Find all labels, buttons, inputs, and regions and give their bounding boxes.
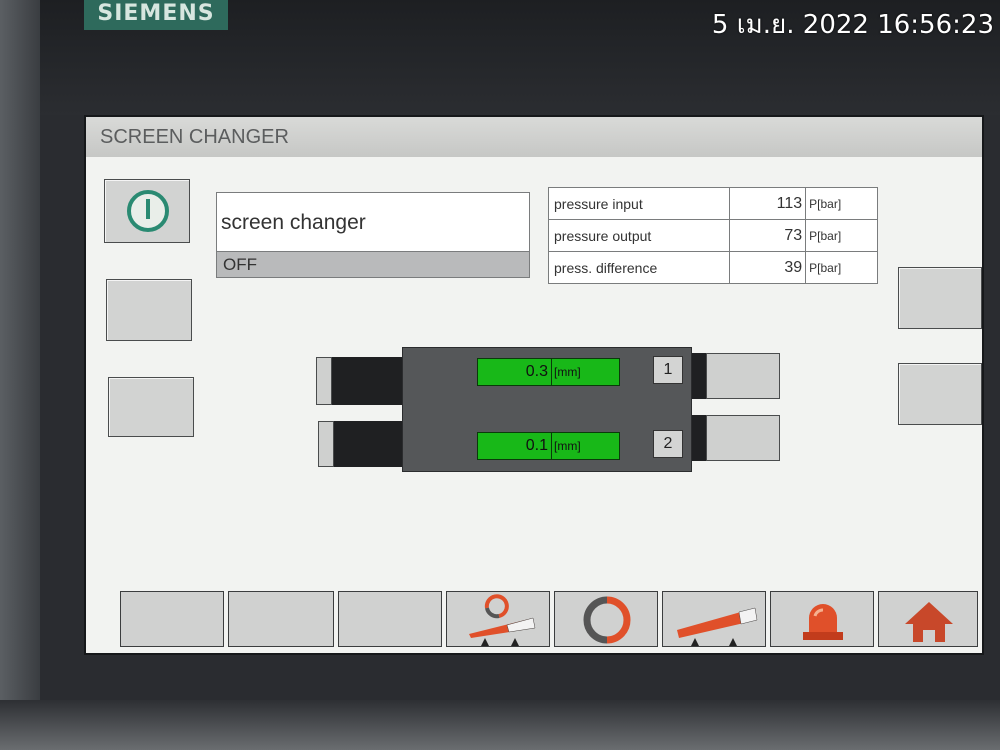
- gap-display-2[interactable]: 0.1 [mm]: [477, 432, 620, 460]
- ramp-icon: [677, 607, 758, 646]
- device-bezel-bottom: [0, 700, 1000, 750]
- gap-value: 0.1: [478, 433, 552, 459]
- side-key-left-3[interactable]: [108, 377, 194, 437]
- pressure-unit: P[bar]: [805, 219, 878, 252]
- table-row: pressure output 73 P[bar]: [547, 219, 878, 252]
- slide-plate-right-2-end: [706, 415, 780, 461]
- screen-number-2: 2: [653, 430, 683, 458]
- home-button[interactable]: [878, 591, 978, 647]
- pressure-value: 73: [729, 219, 807, 252]
- slide-plate-left-2: [334, 421, 404, 467]
- alarm-beacon-icon: [803, 604, 843, 640]
- function-key-2[interactable]: [228, 591, 334, 647]
- pressure-label: pressure output: [547, 219, 731, 252]
- power-button[interactable]: [104, 179, 190, 243]
- tilt-rotate-icon: [469, 594, 536, 646]
- pressure-label: pressure input: [547, 187, 731, 220]
- table-row: press. difference 39 P[bar]: [547, 251, 878, 284]
- gap-unit: [mm]: [554, 439, 581, 453]
- page-title: SCREEN CHANGER: [86, 117, 982, 157]
- side-key-left-2[interactable]: [106, 279, 192, 341]
- gap-value: 0.3: [478, 359, 552, 385]
- slide-plate-left-2-end: [318, 421, 334, 467]
- power-icon: [127, 190, 169, 232]
- home-icon: [905, 602, 953, 642]
- rotate-icon: [583, 596, 631, 644]
- pressure-unit: P[bar]: [805, 251, 878, 284]
- function-key-3[interactable]: [338, 591, 442, 647]
- table-row: pressure input 113 P[bar]: [547, 187, 878, 220]
- photo-timestamp: 5 เม.ย. 2022 16:56:23: [711, 10, 994, 40]
- slide-plate-right-2: [692, 415, 706, 461]
- hmi-screen: SCREEN CHANGER screen changer OFF pressu…: [84, 115, 984, 655]
- rotate-button[interactable]: [554, 591, 658, 647]
- ramp-button[interactable]: [662, 591, 766, 647]
- slide-plate-right-1: [692, 353, 706, 399]
- pressure-value: 113: [729, 187, 807, 220]
- function-key-1[interactable]: [120, 591, 224, 647]
- device-name-display: screen changer: [216, 192, 530, 252]
- tilt-rotate-button[interactable]: [446, 591, 550, 647]
- gap-unit: [mm]: [554, 365, 581, 379]
- side-key-right-1[interactable]: [898, 267, 982, 329]
- pressure-value: 39: [729, 251, 807, 284]
- pressure-label: press. difference: [547, 251, 731, 284]
- alarm-button[interactable]: [770, 591, 874, 647]
- pressure-unit: P[bar]: [805, 187, 878, 220]
- device-bezel-left: [0, 0, 40, 750]
- slide-plate-left-1: [332, 357, 404, 405]
- device-state-display: OFF: [216, 252, 530, 278]
- screen-changer-body: 0.3 [mm] 1 0.1 [mm] 2: [402, 347, 692, 472]
- slide-plate-right-1-end: [706, 353, 780, 399]
- brand-logo: SIEMENS: [84, 0, 228, 30]
- gap-display-1[interactable]: 0.3 [mm]: [477, 358, 620, 386]
- pressure-table: pressure input 113 P[bar] pressure outpu…: [547, 187, 878, 284]
- screen-number-1: 1: [653, 356, 683, 384]
- slide-plate-left-1-end: [316, 357, 332, 405]
- side-key-right-2[interactable]: [898, 363, 982, 425]
